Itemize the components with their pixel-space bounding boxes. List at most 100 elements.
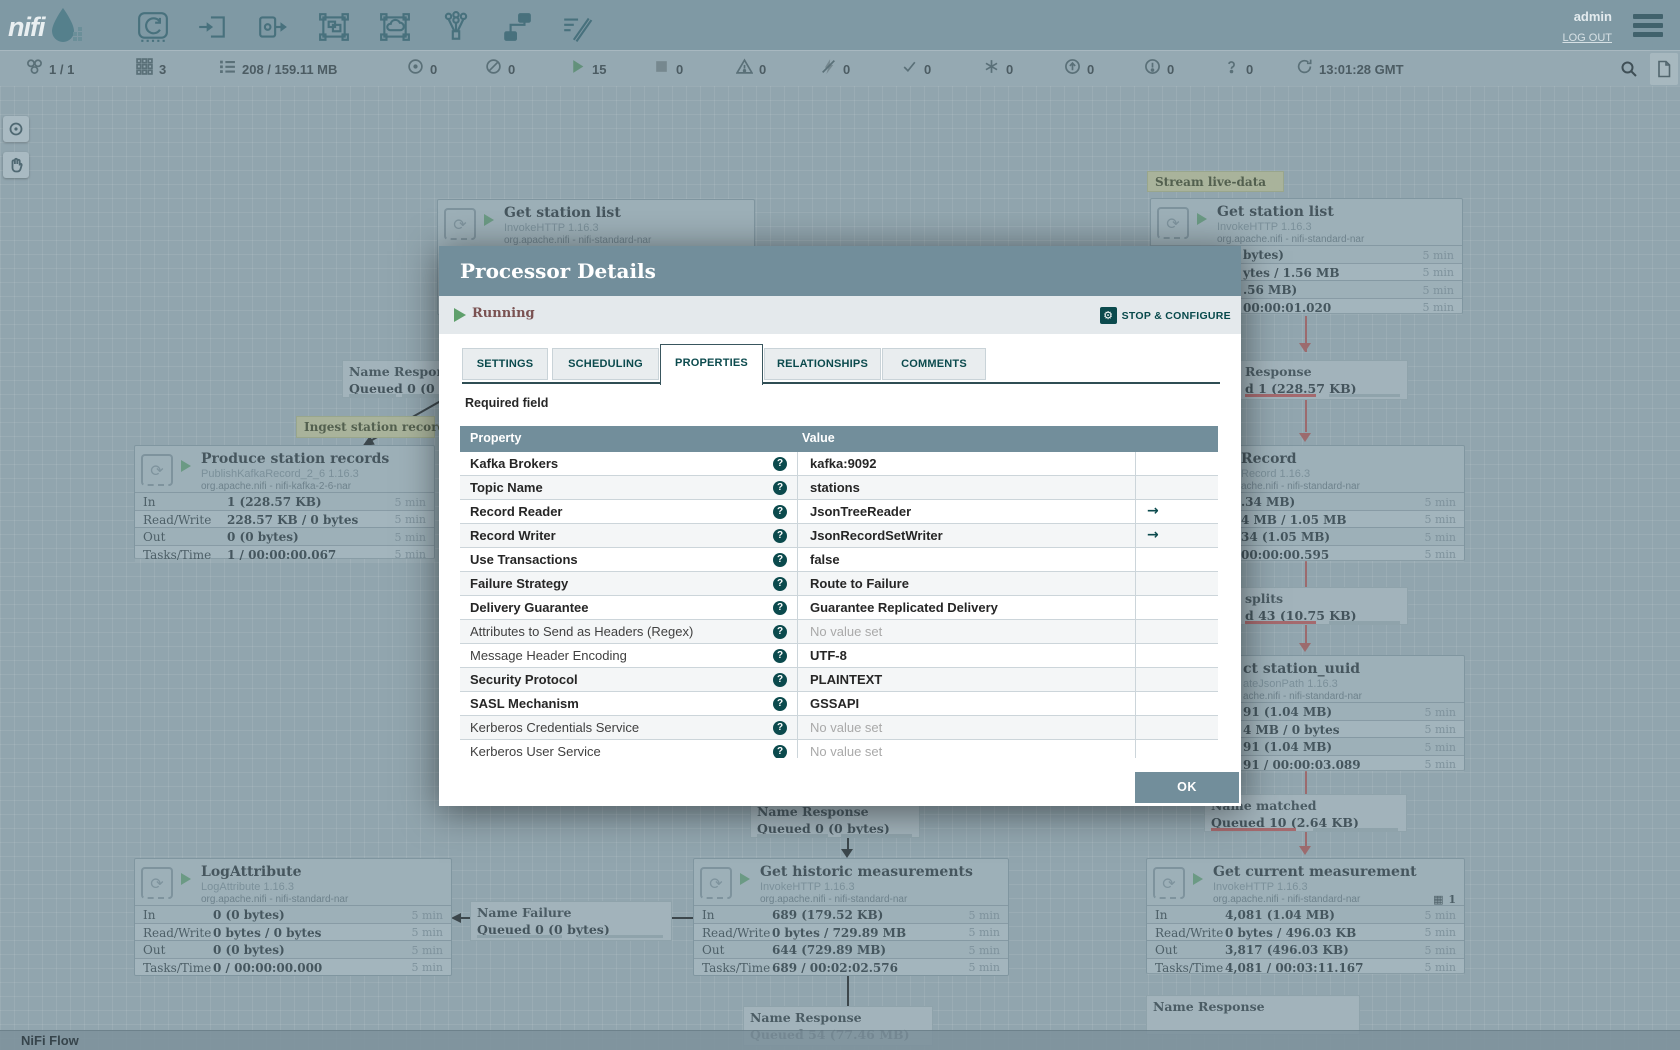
pan-tool-button[interactable] bbox=[3, 152, 29, 178]
conn-response-topleft[interactable]: Name Response Queued 0 (0 bytes) bbox=[342, 360, 482, 398]
property-name: Kerberos User Service bbox=[470, 744, 601, 758]
stat-window: 5 min bbox=[1424, 513, 1456, 526]
queue-bar-left bbox=[349, 394, 396, 397]
stat-window: 5 min bbox=[968, 926, 1000, 939]
tab-properties[interactable]: PROPERTIES bbox=[660, 344, 763, 385]
processor-icon: ⟳ bbox=[1157, 207, 1189, 239]
connection-line bbox=[847, 976, 849, 1006]
canvas-label-ingest-station-records[interactable]: Ingest station records bbox=[296, 416, 453, 438]
help-icon[interactable]: ? bbox=[773, 601, 787, 615]
palette-output-port-icon[interactable] bbox=[257, 11, 289, 43]
processor-name: Record bbox=[1241, 451, 1297, 467]
property-extra-cell: → bbox=[1136, 500, 1218, 523]
property-value-cell: PLAINTEXT bbox=[798, 668, 1136, 691]
status-count-value: 0 bbox=[1006, 61, 1014, 77]
palette-processor-icon[interactable] bbox=[137, 11, 169, 43]
stat-window: 5 min bbox=[1424, 926, 1456, 939]
property-name: Security Protocol bbox=[470, 672, 578, 687]
stat-window: 5 min bbox=[394, 495, 426, 509]
birdseye-toggle-button[interactable] bbox=[3, 116, 29, 142]
processor-icon: ⟳ bbox=[141, 867, 173, 899]
tab-settings[interactable]: SETTINGS bbox=[462, 348, 548, 380]
help-icon[interactable]: ? bbox=[773, 505, 787, 519]
processor-type: PublishKafkaRecord_2_6 1.16.3 bbox=[201, 468, 359, 480]
property-row: Attributes to Send as Headers (Regex)? No… bbox=[460, 620, 1218, 644]
status-refresh[interactable]: 13:01:28 GMT bbox=[1296, 51, 1404, 87]
connection-arrow-icon bbox=[841, 849, 853, 858]
help-icon[interactable]: ? bbox=[773, 649, 787, 663]
run-state-icon bbox=[740, 873, 750, 885]
queue-bar-left bbox=[1245, 621, 1316, 624]
status-invalid-count: 0 bbox=[735, 51, 766, 87]
status-count-value: 0 bbox=[924, 61, 932, 77]
processor-bundle: org.apache.nifi - nifi-standard-nar bbox=[1213, 894, 1361, 905]
logout-link[interactable]: LOG OUT bbox=[1562, 32, 1612, 44]
log-attribute[interactable]: ⟳ LogAttribute LogAttribute 1.16.3 org.apac… bbox=[134, 858, 452, 976]
stat-window: 5 min bbox=[968, 908, 1000, 922]
property-value: UTF-8 bbox=[810, 648, 847, 663]
stat-window: 5 min bbox=[411, 926, 443, 939]
stat-value: .56 MB) bbox=[1243, 283, 1298, 297]
help-icon[interactable]: ? bbox=[773, 529, 787, 543]
conn-failure[interactable]: Name Failure Queued 0 (0 bytes) bbox=[470, 901, 672, 941]
conn-response-right[interactable]: Response d 1 (228.57 KB) bbox=[1238, 360, 1408, 400]
tab-comments[interactable]: COMMENTS bbox=[882, 348, 986, 380]
property-name-cell: Record Writer? bbox=[460, 524, 798, 547]
status-count-value: 0 bbox=[1087, 61, 1095, 77]
processor-stat-row: Out 0 (0 bytes) 5 min bbox=[135, 527, 434, 545]
queue-bar-left bbox=[477, 935, 562, 938]
stale-icon bbox=[1064, 58, 1081, 80]
palette-remote-process-group-icon[interactable] bbox=[379, 11, 411, 43]
property-name-cell: Delivery Guarantee? bbox=[460, 596, 798, 619]
help-icon[interactable]: ? bbox=[773, 481, 787, 495]
breadcrumb[interactable]: NiFi Flow bbox=[21, 1033, 79, 1048]
property-value: kafka:9092 bbox=[810, 456, 877, 471]
stat-value: 00:00:01.020 bbox=[1243, 300, 1332, 315]
global-menu-icon[interactable] bbox=[1633, 14, 1663, 38]
processor-name: Get station list bbox=[504, 205, 621, 221]
help-icon[interactable]: ? bbox=[773, 673, 787, 687]
go-to-service-icon[interactable]: → bbox=[1147, 527, 1159, 543]
help-icon[interactable]: ? bbox=[773, 457, 787, 471]
processor-stat-row: Out 3,817 (496.03 KB) 5 min bbox=[1147, 940, 1464, 958]
conn-response-bottom-right[interactable]: Name Response bbox=[1146, 995, 1360, 1035]
property-row: Kerberos User Service? No value set bbox=[460, 740, 1218, 758]
help-icon[interactable]: ? bbox=[773, 577, 787, 591]
produce-station-records[interactable]: ⟳ Produce station records PublishKafkaReco… bbox=[134, 445, 435, 562]
queue-bar-right bbox=[1329, 621, 1400, 624]
stat-value: 1 (228.57 KB) bbox=[227, 495, 322, 509]
search-icon[interactable] bbox=[1620, 60, 1638, 78]
palette-label-icon[interactable] bbox=[561, 11, 593, 43]
palette-funnel-icon[interactable] bbox=[440, 11, 472, 43]
processor-name: Get current measurement bbox=[1213, 864, 1417, 880]
help-icon[interactable]: ? bbox=[773, 721, 787, 735]
property-name-cell: Attributes to Send as Headers (Regex)? bbox=[460, 620, 798, 643]
property-value: No value set bbox=[810, 720, 883, 735]
stat-window: 5 min bbox=[1422, 248, 1454, 262]
canvas-label-stream-live-data[interactable]: Stream live-data bbox=[1147, 171, 1284, 192]
stat-value: 4 MB / 1.05 MB bbox=[1241, 512, 1347, 527]
stat-window: 5 min bbox=[394, 548, 426, 561]
ok-button[interactable]: OK bbox=[1135, 772, 1239, 803]
conn-splits[interactable]: splits d 43 (10.75 KB) bbox=[1238, 587, 1408, 625]
palette-input-port-icon[interactable] bbox=[196, 11, 228, 43]
tab-scheduling[interactable]: SCHEDULING bbox=[552, 348, 659, 380]
refresh-icon[interactable] bbox=[1296, 58, 1313, 80]
property-extra-cell bbox=[1136, 452, 1218, 475]
help-icon[interactable]: ? bbox=[773, 553, 787, 567]
connection-line bbox=[1305, 625, 1307, 643]
status-locally-modified-stale-count: 0 bbox=[1144, 51, 1174, 87]
bulletin-panel-button[interactable] bbox=[1650, 53, 1678, 85]
connection-arrow-icon bbox=[1299, 846, 1311, 855]
go-to-service-icon[interactable]: → bbox=[1147, 503, 1159, 519]
palette-process-group-icon[interactable] bbox=[318, 11, 350, 43]
get-historic-measurements[interactable]: ⟳ Get historic measurements InvokeHTTP 1.1… bbox=[693, 858, 1009, 976]
stop-and-configure-button[interactable]: ⚙ STOP & CONFIGURE bbox=[1099, 307, 1231, 324]
help-icon[interactable]: ? bbox=[773, 625, 787, 639]
get-current-measurement[interactable]: ⟳ Get current measurement InvokeHTTP 1.16.… bbox=[1146, 858, 1465, 975]
palette-template-icon[interactable] bbox=[501, 11, 533, 43]
queued-icon bbox=[219, 58, 236, 80]
tab-relationships[interactable]: RELATIONSHIPS bbox=[764, 348, 881, 380]
help-icon[interactable]: ? bbox=[773, 745, 787, 758]
help-icon[interactable]: ? bbox=[773, 697, 787, 711]
